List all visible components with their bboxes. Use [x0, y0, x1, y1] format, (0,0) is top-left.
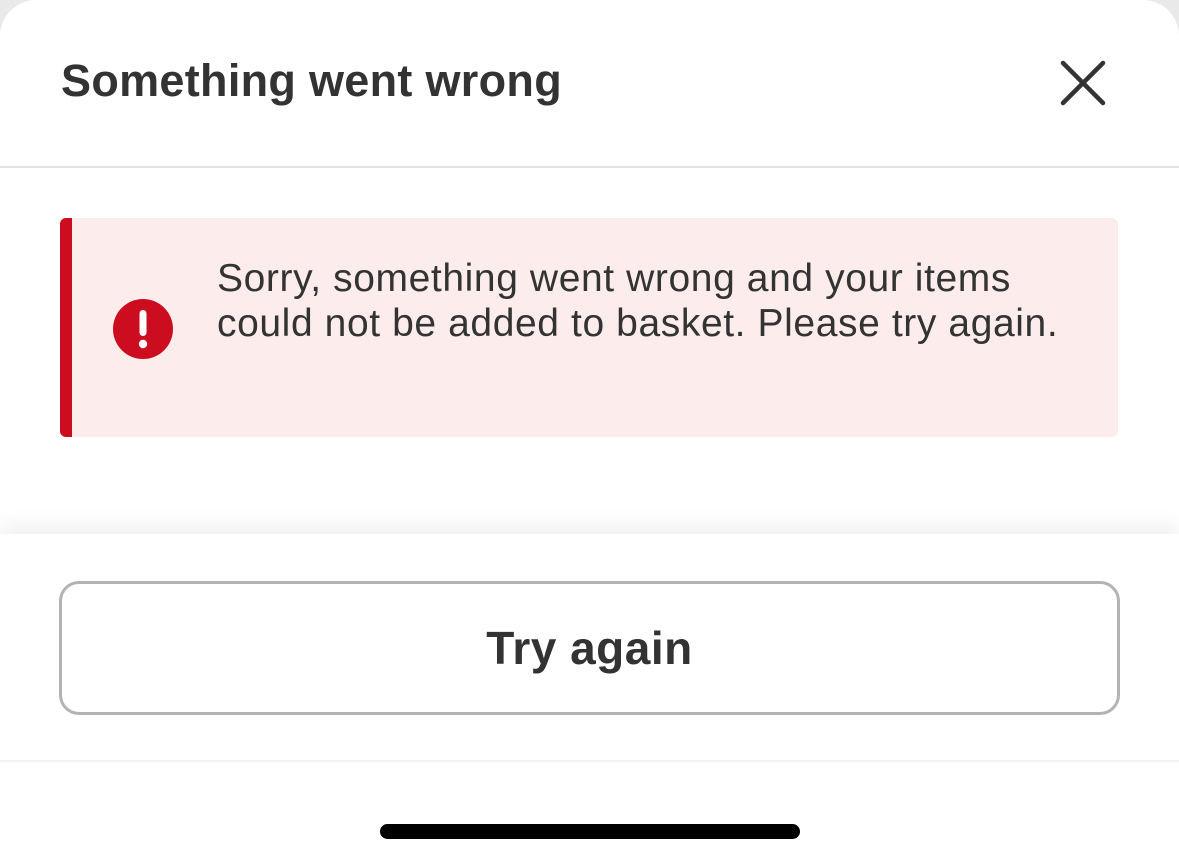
error-alert: Sorry, something went wrong and your ite… — [60, 218, 1118, 437]
dialog-content: Sorry, something went wrong and your ite… — [0, 168, 1179, 534]
dialog-header: Something went wrong — [0, 0, 1179, 168]
error-exclamation-icon — [113, 299, 173, 359]
close-button[interactable] — [1052, 52, 1114, 114]
alert-message: Sorry, something went wrong and your ite… — [217, 257, 1059, 345]
dialog-title: Something went wrong — [61, 55, 562, 106]
dialog-footer: Try again — [0, 534, 1179, 762]
try-again-button[interactable]: Try again — [59, 581, 1120, 715]
alert-accent-bar — [60, 218, 72, 437]
error-dialog: Something went wrong Sorry, something we… — [0, 0, 1179, 864]
close-icon — [1060, 60, 1106, 106]
home-indicator[interactable] — [380, 824, 800, 839]
